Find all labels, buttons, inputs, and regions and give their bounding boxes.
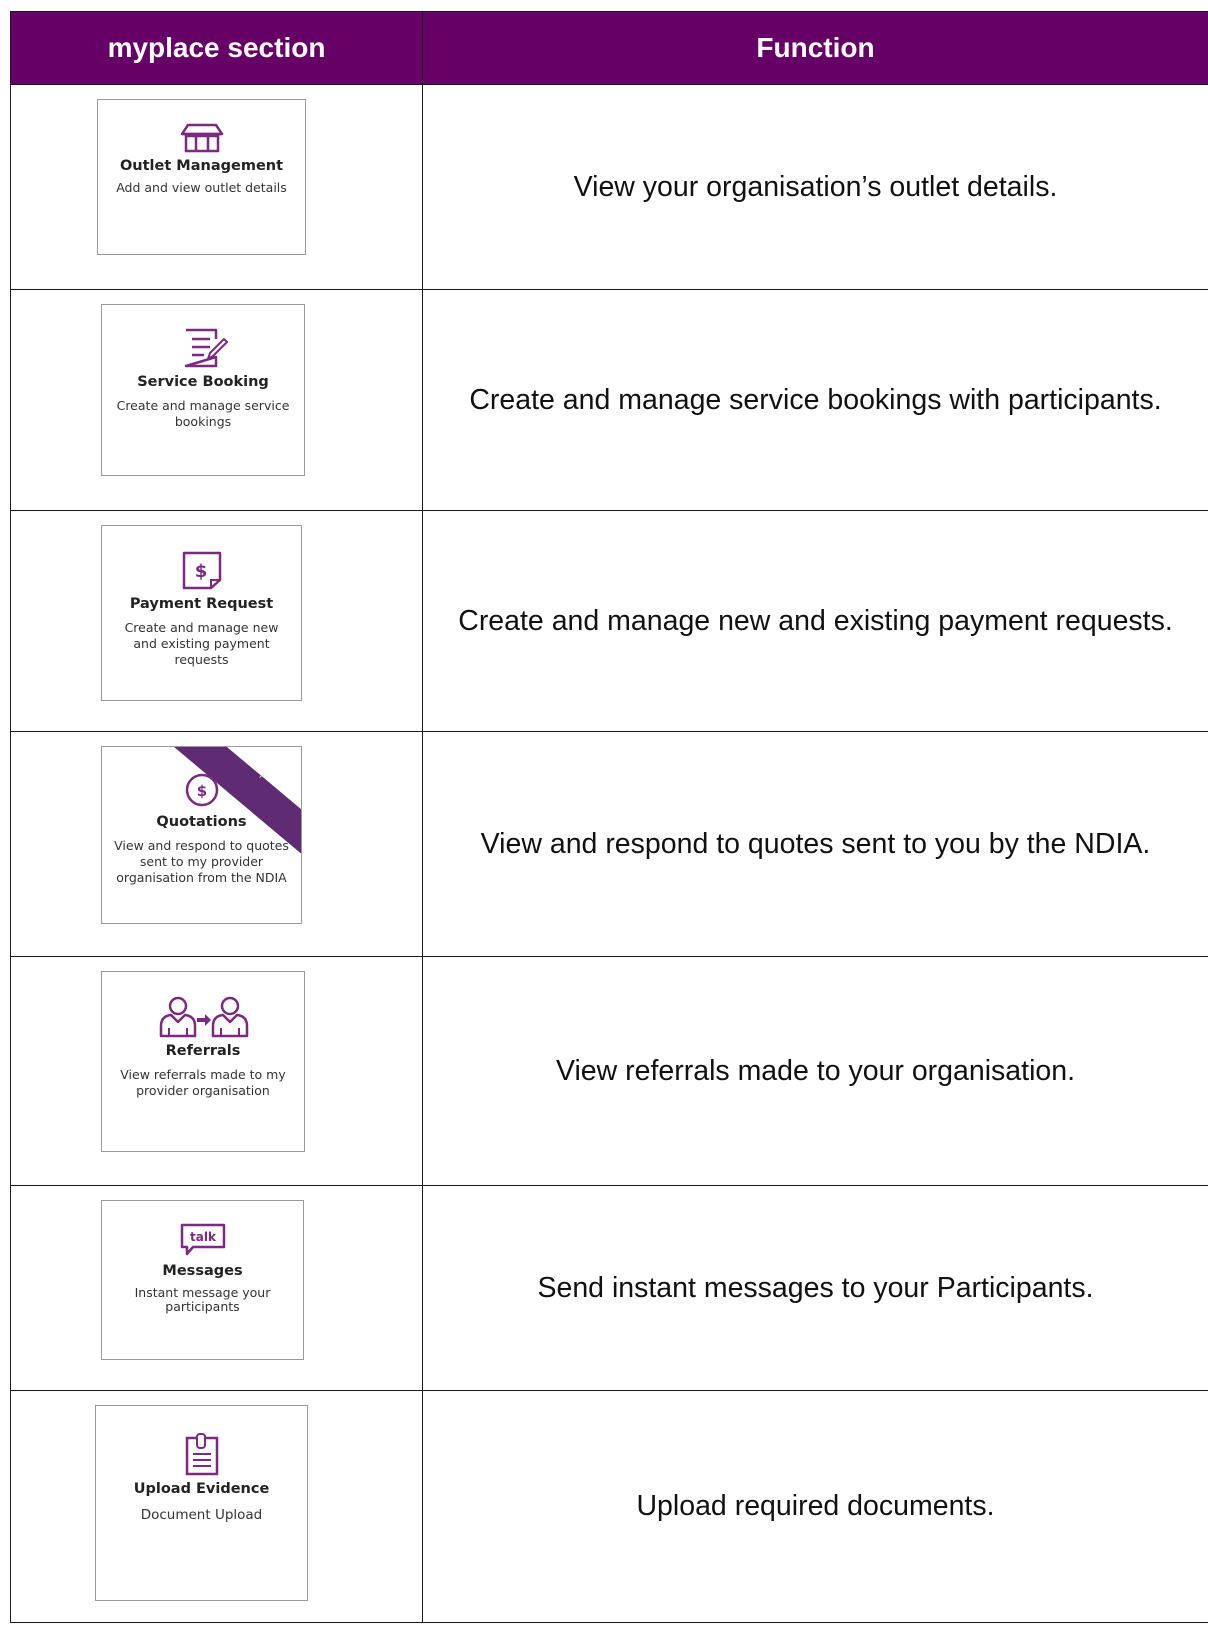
section-cell: Outlet Management Add and view outlet de… [10, 84, 423, 290]
tile-description: Add and view outlet details [116, 180, 287, 195]
people-referral-icon [159, 996, 249, 1038]
myplace-functions-table: myplace section Function Outlet Manageme… [10, 11, 1208, 1623]
tile-title: Outlet Management [119, 158, 284, 174]
function-text: View and respond to quotes sent to you b… [480, 827, 1151, 860]
svg-text:$: $ [194, 561, 207, 582]
dollar-circle-icon: $ [185, 773, 218, 807]
section-cell: talk Messages Instant message your parti… [10, 1185, 423, 1391]
tile-title: Payment Request [129, 596, 274, 612]
storefront-icon [180, 123, 223, 153]
messages-tile[interactable]: talk Messages Instant message your parti… [101, 1200, 304, 1360]
function-cell: View referrals made to your organisation… [422, 956, 1208, 1186]
function-cell: View and respond to quotes sent to you b… [422, 731, 1208, 957]
tile-title: Upload Evidence [133, 1481, 270, 1497]
function-text: Send instant messages to your Participan… [537, 1271, 1094, 1304]
document-edit-icon [184, 328, 228, 368]
tile-description: Create and manage new and existing payme… [124, 620, 279, 667]
function-text: View referrals made to your organisation… [555, 1054, 1076, 1087]
quotations-tile[interactable]: ↗ $ Quotations View and respond to quote… [101, 746, 302, 924]
table-row: Referrals View referrals made to my prov… [10, 956, 1208, 1186]
table-row: Upload Evidence Document Upload Upload r… [10, 1390, 1208, 1623]
function-text: Create and manage new and existing payme… [458, 604, 1173, 637]
tile-description: Create and manage service bookings [116, 398, 290, 429]
tile-description: View and respond to quotes sent to my pr… [114, 838, 289, 885]
table-row: Service Booking Create and manage servic… [10, 289, 1208, 511]
ribbon-mark: ↗ [258, 771, 265, 780]
header-function: Function [422, 11, 1208, 85]
table-row: talk Messages Instant message your parti… [10, 1185, 1208, 1391]
table-header-row: myplace section Function [10, 11, 1208, 85]
tile-title: Referrals [165, 1043, 241, 1059]
section-cell: Service Booking Create and manage servic… [10, 289, 423, 511]
dollar-document-icon: $ [182, 551, 221, 590]
tile-description: Document Upload [140, 1507, 263, 1523]
tile-title: Quotations [156, 814, 247, 830]
outlet-management-tile[interactable]: Outlet Management Add and view outlet de… [97, 99, 306, 255]
talk-bubble-icon: talk [180, 1223, 225, 1256]
function-cell: Create and manage service bookings with … [422, 289, 1208, 511]
section-cell: $ Payment Request Create and manage new … [10, 510, 423, 732]
tile-title: Messages [162, 1263, 243, 1279]
function-cell: Send instant messages to your Participan… [422, 1185, 1208, 1391]
upload-evidence-tile[interactable]: Upload Evidence Document Upload [95, 1405, 308, 1601]
section-cell: Upload Evidence Document Upload [10, 1390, 423, 1623]
function-cell: Upload required documents. [422, 1390, 1208, 1623]
function-text: Create and manage service bookings with … [469, 383, 1162, 416]
table-row: $ Payment Request Create and manage new … [10, 510, 1208, 732]
table-row: Outlet Management Add and view outlet de… [10, 84, 1208, 290]
function-text: Upload required documents. [636, 1490, 995, 1522]
section-cell: Referrals View referrals made to my prov… [10, 956, 423, 1186]
svg-text:talk: talk [190, 1230, 217, 1244]
tile-description: View referrals made to my provider organ… [120, 1067, 286, 1098]
clipboard-icon [185, 1433, 218, 1476]
svg-text:$: $ [196, 782, 206, 800]
function-cell: Create and manage new and existing payme… [422, 510, 1208, 732]
header-myplace-section: myplace section [10, 11, 423, 85]
table-row: ↗ $ Quotations View and respond to quote… [10, 731, 1208, 957]
function-cell: View your organisation’s outlet details. [422, 84, 1208, 290]
payment-request-tile[interactable]: $ Payment Request Create and manage new … [101, 525, 302, 701]
tile-description: Instant message your participants [134, 1285, 271, 1314]
referrals-tile[interactable]: Referrals View referrals made to my prov… [101, 971, 305, 1152]
function-text: View your organisation’s outlet details. [573, 170, 1058, 203]
tile-title: Service Booking [137, 374, 269, 390]
section-cell: ↗ $ Quotations View and respond to quote… [10, 731, 423, 957]
service-booking-tile[interactable]: Service Booking Create and manage servic… [101, 304, 305, 476]
